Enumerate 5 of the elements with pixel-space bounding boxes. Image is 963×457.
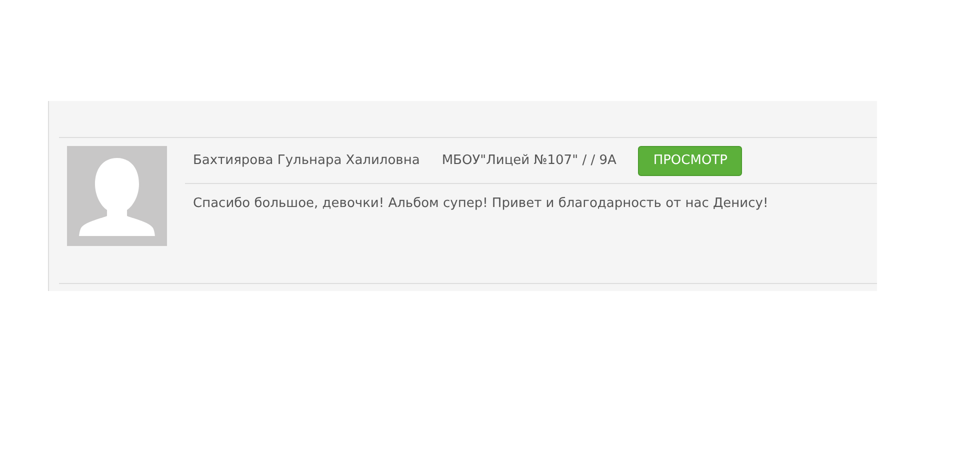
author-name: Бахтиярова Гульнара Халиловна xyxy=(193,152,420,170)
review-text: Спасибо большое, девочки! Альбом супер! Привет и благодарность от нас Денису! xyxy=(192,195,770,213)
avatar-icon xyxy=(67,146,167,246)
school-class: МБОУ"Лицей №107" / / 9А xyxy=(442,152,616,170)
view-button[interactable]: ПРОСМОТР xyxy=(638,146,742,176)
